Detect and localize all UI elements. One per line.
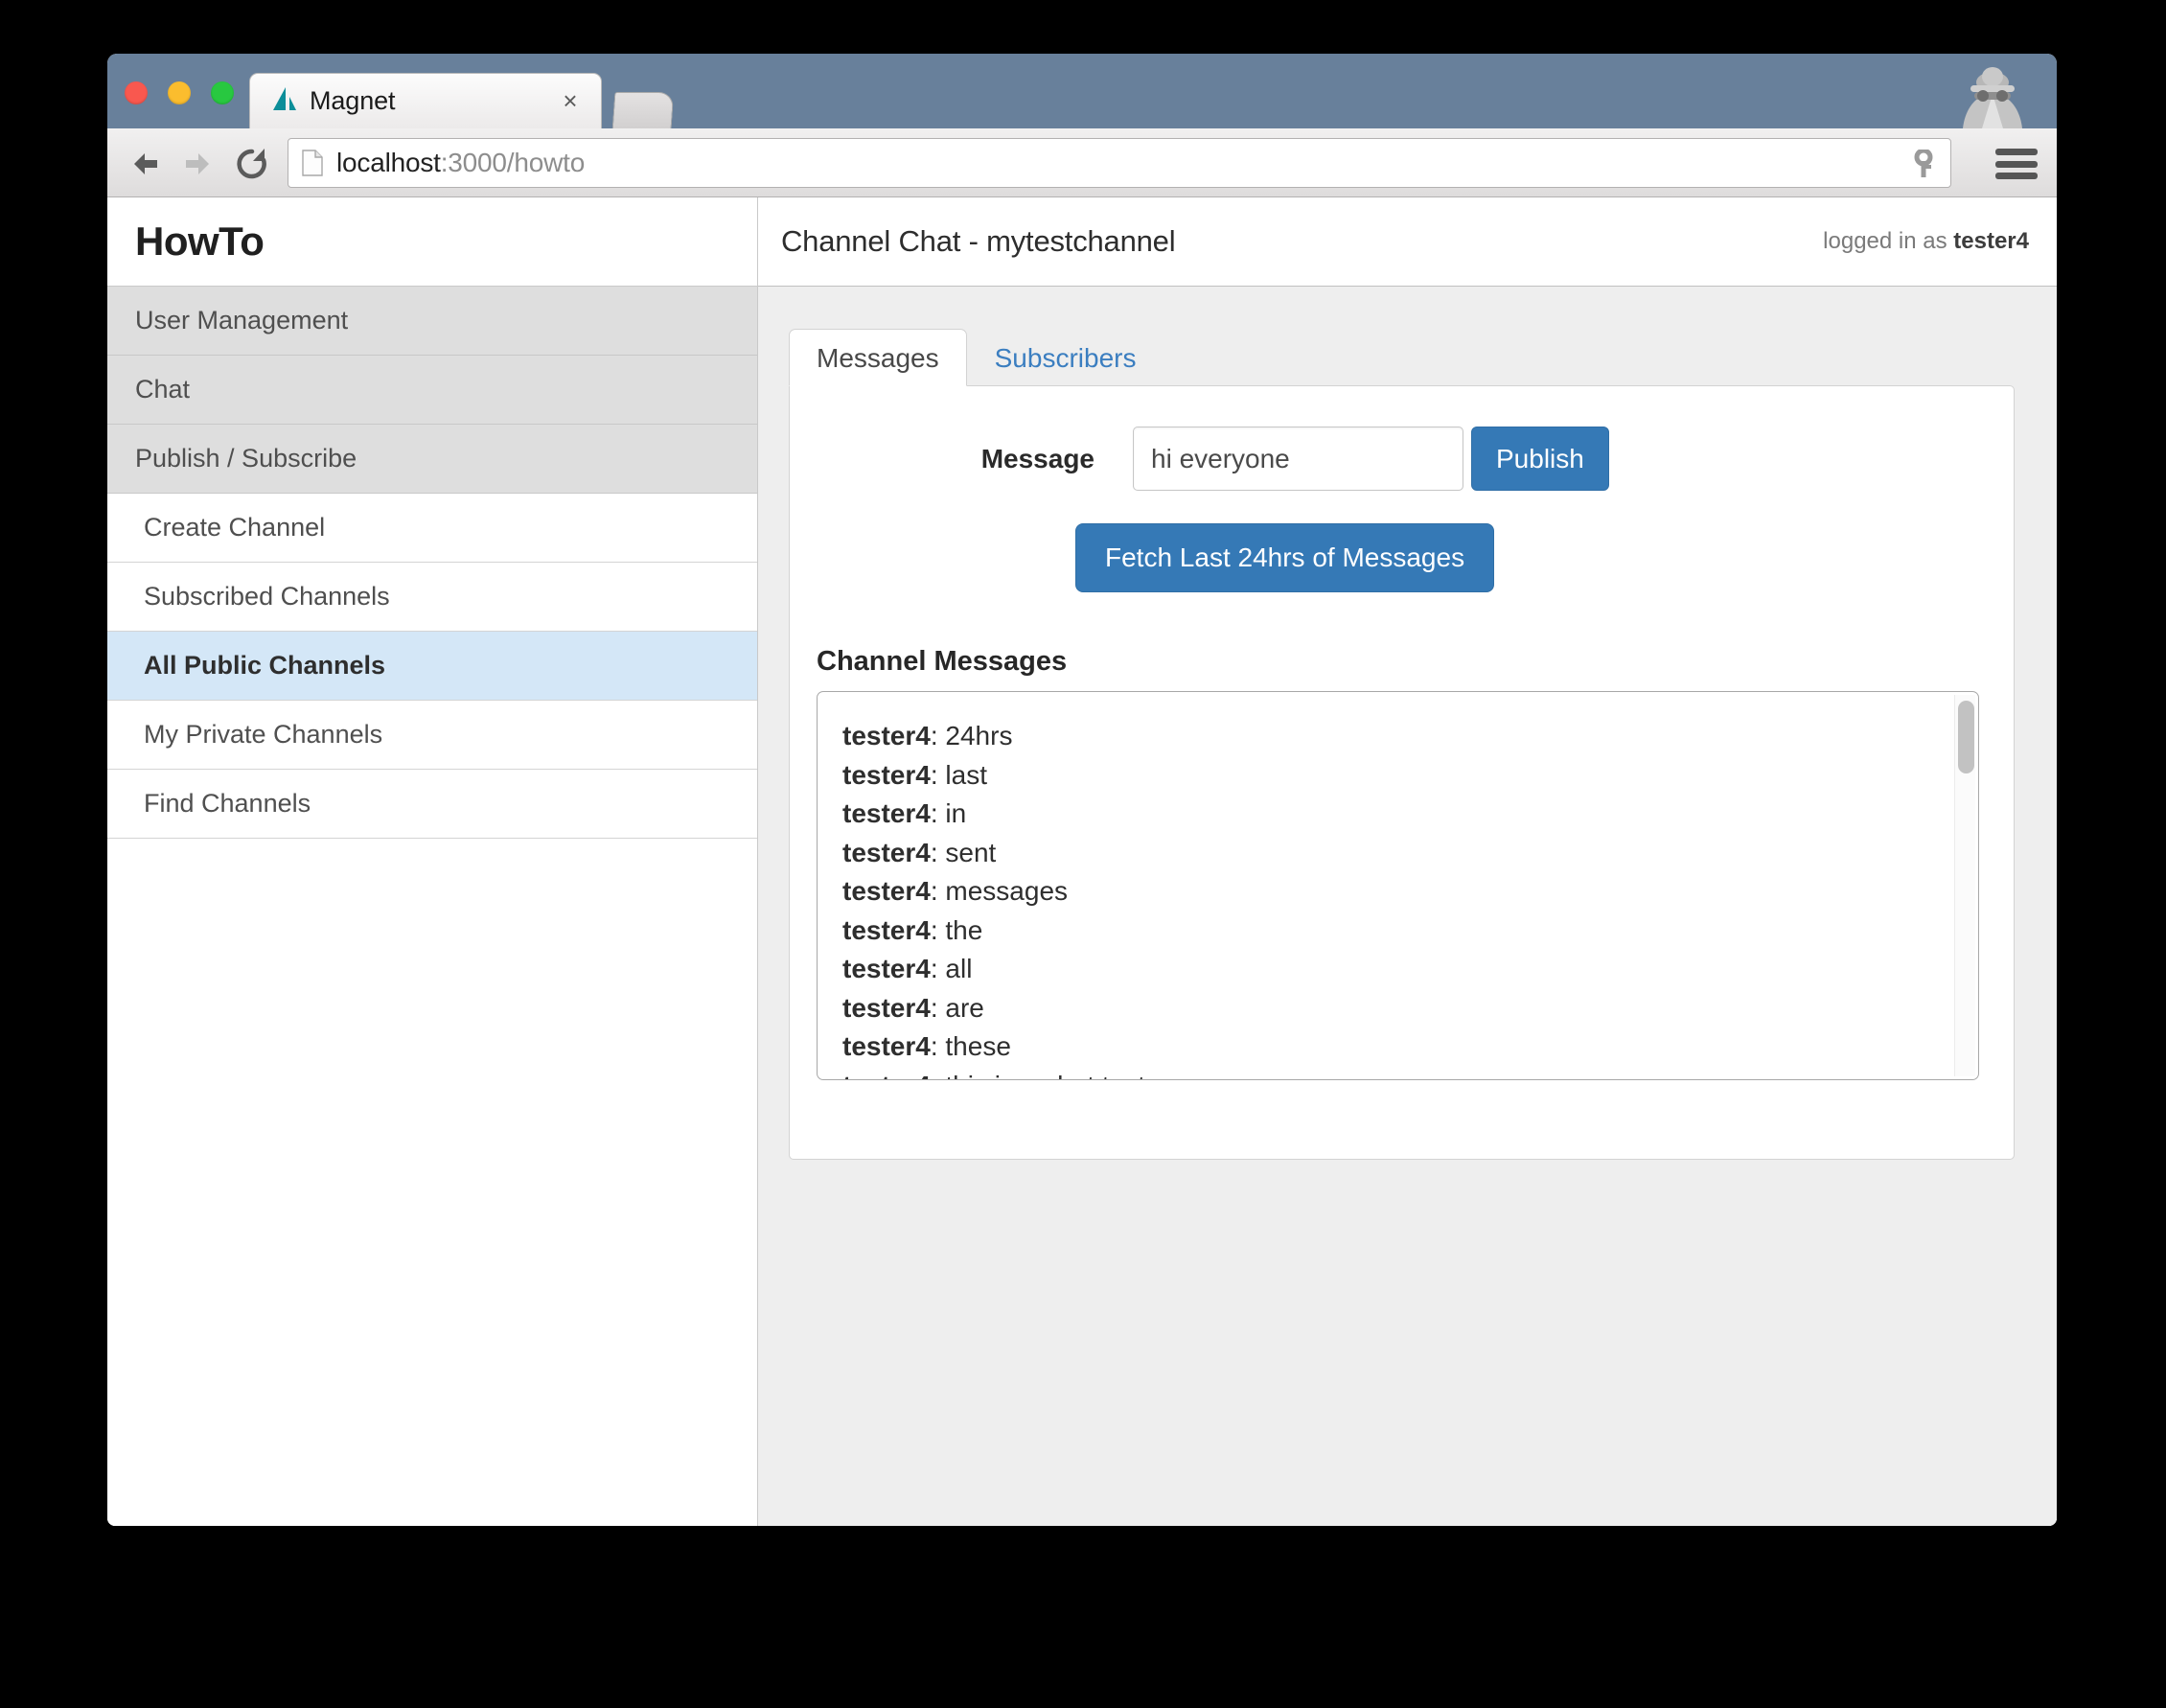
close-icon[interactable]: ×	[559, 90, 582, 113]
reload-button[interactable]	[230, 142, 274, 186]
messages-tab-panel: Message Publish Fetch Last 24hrs of Mess…	[789, 385, 2015, 1160]
browser-tab[interactable]: Magnet ×	[249, 73, 602, 128]
page-title: HowTo	[135, 219, 264, 265]
sidebar-item-publish-subscribe[interactable]: Publish / Subscribe	[107, 425, 757, 494]
window-maximize-button[interactable]	[211, 81, 234, 104]
sidebar-item-chat[interactable]: Chat	[107, 356, 757, 425]
back-arrow-icon	[126, 145, 164, 183]
sidebar-item-label: Chat	[135, 375, 190, 404]
login-status: logged in as tester4	[1823, 228, 2029, 255]
message-line: tester4: this is a chat test	[842, 1067, 1978, 1081]
message-line: tester4: in	[842, 795, 1978, 834]
message-author: tester4	[842, 721, 931, 750]
messages-lines: tester4: 24hrstester4: lasttester4: inte…	[842, 717, 1978, 1080]
sidebar-item-all-public-channels[interactable]: All Public Channels	[107, 632, 757, 701]
message-text: : in	[931, 798, 966, 828]
sail-favicon	[271, 87, 298, 116]
content-header: Channel Chat - mytestchannel logged in a…	[758, 197, 2057, 287]
tab-label: Messages	[817, 343, 939, 373]
reload-icon	[233, 145, 271, 183]
message-line: tester4: 24hrs	[842, 717, 1978, 756]
tab-messages[interactable]: Messages	[789, 329, 967, 386]
sidebar: HowTo User Management Chat Publish / Sub…	[107, 197, 758, 1526]
message-line: tester4: sent	[842, 834, 1978, 873]
sidebar-item-label: User Management	[135, 306, 348, 335]
message-author: tester4	[842, 954, 931, 983]
scrollbar-thumb[interactable]	[1958, 701, 1974, 773]
login-status-user: tester4	[1953, 228, 2029, 254]
sidebar-item-label: Subscribed Channels	[144, 582, 390, 612]
sidebar-item-create-channel[interactable]: Create Channel	[107, 494, 757, 563]
message-author: tester4	[842, 838, 931, 867]
message-line: tester4: all	[842, 950, 1978, 989]
message-text: : the	[931, 915, 982, 945]
sidebar-header: HowTo	[107, 197, 757, 287]
message-text: : sent	[931, 838, 996, 867]
message-author: tester4	[842, 1031, 931, 1061]
message-text: : 24hrs	[931, 721, 1013, 750]
key-icon[interactable]	[1910, 150, 1937, 178]
publish-button[interactable]: Publish	[1471, 427, 1609, 491]
sidebar-item-find-channels[interactable]: Find Channels	[107, 770, 757, 839]
main-content: Channel Chat - mytestchannel logged in a…	[758, 197, 2057, 1526]
browser-tab-title: Magnet	[310, 86, 395, 116]
url-text: localhost:3000/howto	[336, 148, 585, 178]
message-line: tester4: the	[842, 912, 1978, 951]
window-traffic-lights	[125, 81, 234, 104]
login-status-prefix: logged in as	[1823, 228, 1953, 254]
sidebar-item-label: Create Channel	[144, 513, 325, 542]
message-text: : are	[931, 993, 984, 1023]
forward-arrow-icon	[179, 145, 218, 183]
forward-button[interactable]	[176, 142, 220, 186]
message-author: tester4	[842, 760, 931, 790]
window-minimize-button[interactable]	[168, 81, 191, 104]
tab-bar: Messages Subscribers	[789, 325, 2015, 386]
content-body: Messages Subscribers Message Publish Fet…	[758, 287, 2057, 1526]
message-text: : this is a chat test	[931, 1071, 1145, 1081]
message-line: tester4: are	[842, 989, 1978, 1028]
sidebar-item-label: Find Channels	[144, 789, 311, 819]
message-text: : these	[931, 1031, 1011, 1061]
sidebar-item-label: My Private Channels	[144, 720, 382, 750]
sidebar-item-my-private-channels[interactable]: My Private Channels	[107, 701, 757, 770]
sidebar-item-label: All Public Channels	[144, 651, 385, 681]
sidebar-item-subscribed-channels[interactable]: Subscribed Channels	[107, 563, 757, 632]
new-tab-button[interactable]	[612, 92, 675, 128]
sidebar-item-user-management[interactable]: User Management	[107, 287, 757, 356]
message-text: : messages	[931, 876, 1068, 906]
message-input[interactable]	[1133, 427, 1463, 491]
message-text: : last	[931, 760, 987, 790]
page-document-icon	[302, 150, 323, 176]
hamburger-menu-icon[interactable]	[1993, 146, 2039, 182]
messages-scrollbar[interactable]	[1954, 695, 1975, 1076]
window-close-button[interactable]	[125, 81, 148, 104]
message-line: tester4: messages	[842, 872, 1978, 912]
browser-window: Magnet ×	[107, 54, 2057, 1526]
browser-toolbar: localhost:3000/howto	[107, 128, 2057, 197]
message-author: tester4	[842, 798, 931, 828]
message-form-row: Message Publish	[817, 427, 1979, 491]
message-line: tester4: these	[842, 1027, 1978, 1067]
content-title: Channel Chat - mytestchannel	[781, 224, 1175, 259]
url-path: :3000/howto	[441, 148, 585, 177]
message-author: tester4	[842, 915, 931, 945]
back-button[interactable]	[123, 142, 167, 186]
url-bar[interactable]: localhost:3000/howto	[288, 138, 1951, 188]
url-host: localhost	[336, 148, 441, 177]
message-line: tester4: last	[842, 756, 1978, 796]
sidebar-item-label: Publish / Subscribe	[135, 444, 357, 473]
channel-messages-heading: Channel Messages	[817, 646, 1979, 678]
message-text: : all	[931, 954, 973, 983]
message-author: tester4	[842, 993, 931, 1023]
channel-messages-list[interactable]: tester4: 24hrstester4: lasttester4: inte…	[817, 691, 1979, 1080]
fetch-messages-button[interactable]: Fetch Last 24hrs of Messages	[1075, 523, 1494, 592]
message-field-label: Message	[926, 444, 1095, 474]
tab-subscribers[interactable]: Subscribers	[967, 329, 1164, 386]
message-author: tester4	[842, 876, 931, 906]
tab-label: Subscribers	[995, 343, 1137, 373]
incognito-spy-icon	[1955, 61, 2030, 128]
browser-tab-strip: Magnet ×	[107, 54, 2057, 128]
page-content: HowTo User Management Chat Publish / Sub…	[107, 197, 2057, 1526]
message-author: tester4	[842, 1071, 931, 1081]
